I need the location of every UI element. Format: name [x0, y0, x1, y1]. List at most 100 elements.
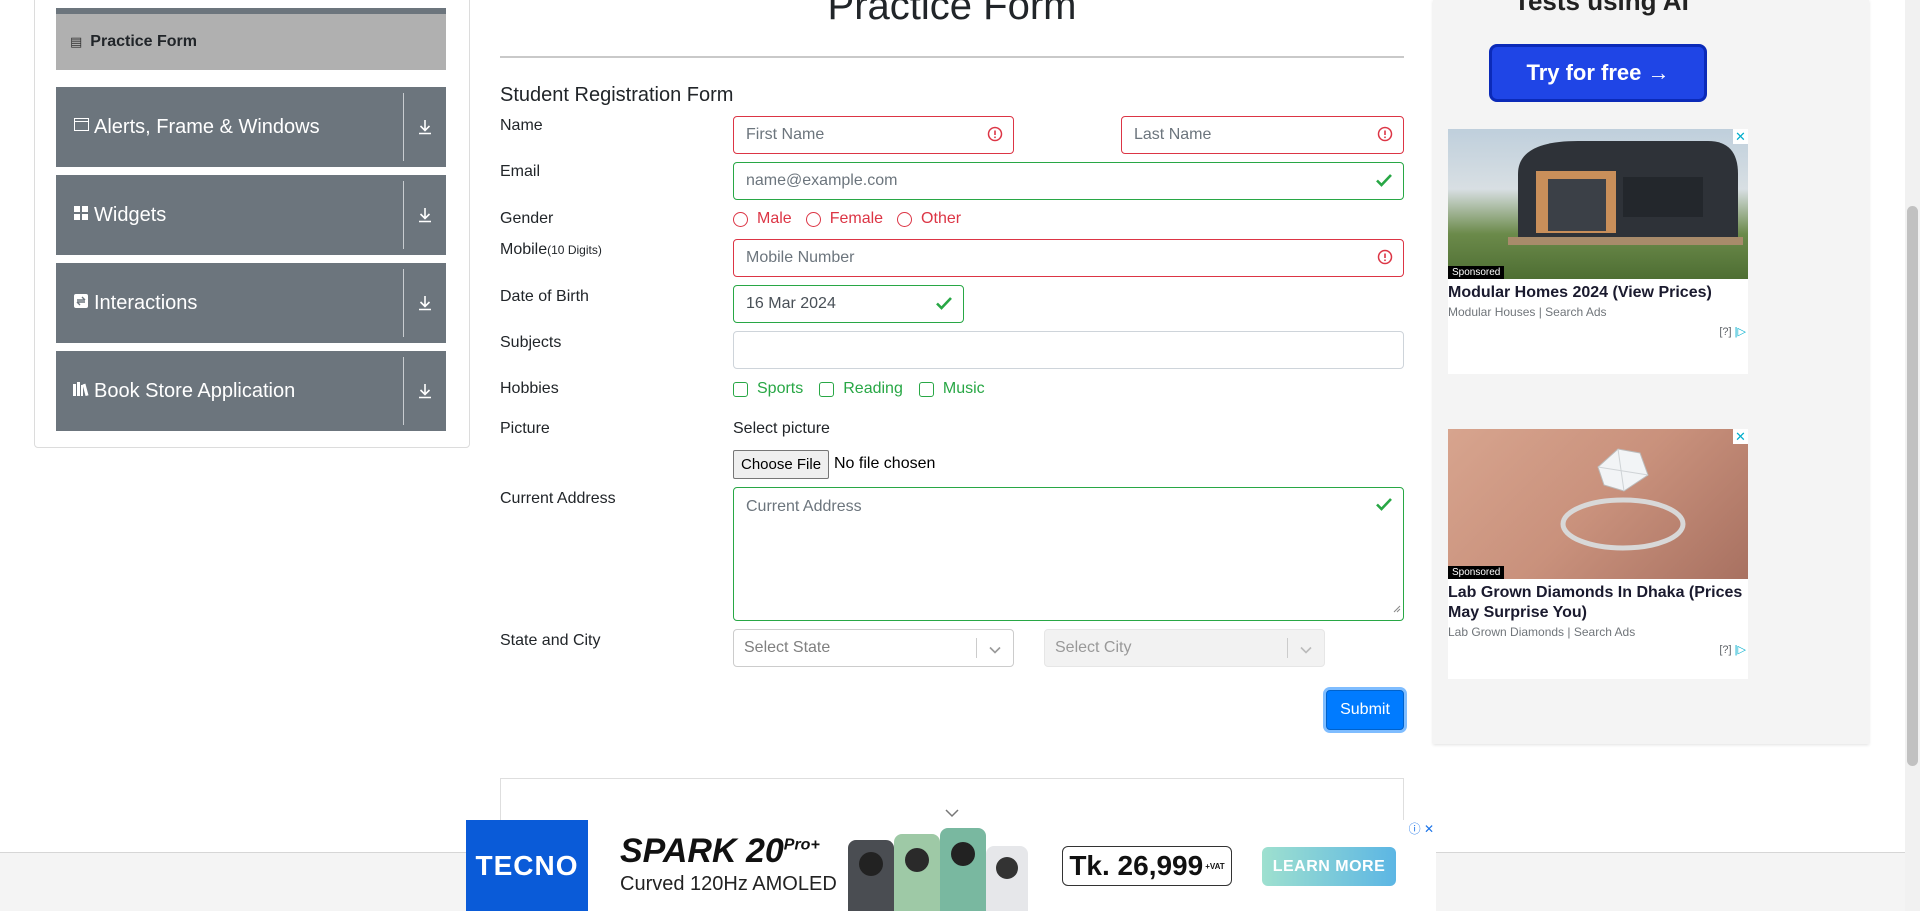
price-value: Tk. 26,999	[1069, 850, 1204, 881]
subjects-input[interactable]	[733, 331, 1404, 369]
product-tagline: Curved 120Hz AMOLED	[620, 873, 837, 895]
close-icon[interactable]: ✕	[1733, 129, 1748, 144]
first-name-input[interactable]: First Name	[733, 116, 1014, 154]
learn-more-button[interactable]: LEARN MORE	[1262, 847, 1396, 886]
sidebar-group-label: Widgets	[94, 203, 167, 226]
error-icon	[1377, 126, 1393, 147]
check-icon	[1375, 172, 1393, 193]
download-arrow-icon[interactable]	[404, 295, 446, 311]
close-icon[interactable]: ✕	[1733, 429, 1748, 444]
chevron-down-icon[interactable]	[1299, 642, 1313, 660]
choose-file-button[interactable]: Choose File	[733, 450, 830, 479]
ad-image[interactable]: Sponsored ✕	[1448, 429, 1748, 579]
file-status-text: No file chosen	[834, 455, 936, 472]
gender-radio-male[interactable]: Male	[733, 210, 792, 228]
sponsored-badge: Sponsored	[1448, 266, 1505, 279]
download-arrow-icon[interactable]	[404, 207, 446, 223]
chevron-down-icon[interactable]	[988, 642, 1002, 660]
hobby-checkbox-music[interactable]: Music	[918, 380, 985, 398]
sidebar-item-practice-form[interactable]: ▤ Practice Form	[56, 8, 446, 70]
dob-input[interactable]: 16 Mar 2024	[733, 285, 964, 323]
brand-logo: TECNO	[466, 820, 588, 911]
widgets-icon	[72, 205, 90, 225]
hobbies-checkbox-group: Sports Reading Music	[733, 380, 1001, 398]
mobile-input[interactable]: Mobile Number	[733, 239, 1404, 277]
hobby-checkbox-reading[interactable]: Reading	[819, 380, 903, 398]
radio-circle[interactable]	[733, 211, 748, 227]
ad-headline[interactable]: Modular Homes 2024 (View Prices)	[1448, 279, 1748, 303]
form-subtitle: Student Registration Form	[500, 84, 734, 106]
try-for-free-button[interactable]: Try for free →	[1489, 44, 1707, 102]
ad-source: Lab Grown Diamonds | Search Ads	[1448, 625, 1636, 639]
placeholder: Select City	[1055, 639, 1132, 656]
sidebar-group-interactions[interactable]: Interactions	[56, 263, 446, 343]
ad-choice-label: [?]	[1719, 326, 1732, 338]
sidebar-group-alerts[interactable]: Alerts, Frame & Windows	[56, 87, 446, 167]
ad-image[interactable]: Sponsored ✕	[1448, 129, 1748, 279]
city-select[interactable]: Select City	[1044, 629, 1325, 667]
sidebar-group-book-store[interactable]: Book Store Application	[56, 351, 446, 431]
ad-choices-icon[interactable]: [?] |▷	[1719, 643, 1746, 656]
form-icon: ▤	[70, 34, 83, 49]
interactions-icon	[72, 293, 90, 313]
page-title: Practice Form	[827, 0, 1077, 28]
radio-circle[interactable]	[897, 211, 913, 227]
product-suffix: Pro+	[783, 836, 820, 854]
checkbox[interactable]	[918, 381, 934, 397]
state-select[interactable]: Select State	[733, 629, 1014, 667]
checkbox[interactable]	[733, 381, 748, 397]
placeholder: First Name	[746, 126, 825, 143]
product-title: SPARK 20	[620, 832, 784, 870]
diamond-ring-illustration	[1560, 448, 1686, 551]
download-arrow-icon[interactable]	[404, 119, 446, 135]
ad-source: Modular Houses | Search Ads	[1448, 305, 1607, 319]
divider	[1287, 638, 1288, 658]
submit-button[interactable]: Submit	[1326, 690, 1404, 730]
bottom-banner-ad[interactable]: TECNO SPARK 20Pro+ Curved 120Hz AMOLED T…	[466, 820, 1436, 911]
download-arrow-icon[interactable]	[404, 383, 446, 399]
radio-label: Male	[757, 210, 792, 227]
sidebar-group-label: Book Store Application	[94, 379, 296, 402]
email-label: Email	[500, 163, 541, 180]
placeholder: Mobile Number	[746, 249, 855, 266]
price-badge: Tk. 26,999 +VAT	[1062, 846, 1232, 886]
checkbox[interactable]	[819, 381, 835, 397]
hobbies-label: Hobbies	[500, 380, 559, 397]
ad-choice-label: [?]	[1719, 644, 1732, 656]
radio-circle[interactable]	[805, 211, 821, 227]
current-address-textarea[interactable]: Current Address	[733, 487, 1404, 621]
product-name: SPARK 20Pro+	[620, 832, 820, 871]
mobile-label-text: Mobile	[500, 241, 548, 258]
checkbox-label: Music	[942, 380, 985, 397]
phones-image	[848, 828, 1028, 911]
name-label: Name	[500, 117, 543, 134]
gender-radio-other[interactable]: Other	[897, 210, 961, 228]
hobby-checkbox-sports[interactable]: Sports	[733, 380, 803, 398]
resize-grip-icon[interactable]	[1393, 600, 1401, 618]
check-icon	[935, 295, 953, 316]
check-icon	[1375, 496, 1393, 517]
divider	[500, 56, 1404, 58]
scrollbar-thumb[interactable]	[1907, 206, 1918, 766]
subjects-label: Subjects	[500, 334, 562, 351]
last-name-input[interactable]: Last Name	[1121, 116, 1404, 154]
ad-choices-icon[interactable]: [?] |▷	[1719, 325, 1746, 338]
dob-value: 16 Mar 2024	[746, 295, 836, 312]
sidebar-group-widgets[interactable]: Widgets	[56, 175, 446, 255]
ad-headline[interactable]: Lab Grown Diamonds In Dhaka (Prices May …	[1448, 579, 1748, 623]
address-label: Current Address	[500, 490, 616, 507]
placeholder: name@example.com	[746, 172, 898, 189]
radio-label: Female	[829, 210, 884, 227]
checkbox-label: Sports	[757, 380, 804, 397]
ad-choices-close-icon[interactable]: ⓘ ✕	[1409, 820, 1434, 837]
ad-card-modular-homes[interactable]: Sponsored ✕ Modular Homes 2024 (View Pri…	[1448, 129, 1748, 374]
checkbox-label: Reading	[843, 380, 903, 397]
gender-radio-female[interactable]: Female	[805, 210, 884, 228]
ad-card-lab-diamonds[interactable]: Sponsored ✕ Lab Grown Diamonds In Dhaka …	[1448, 429, 1748, 679]
email-input[interactable]: name@example.com	[733, 162, 1404, 200]
gender-radio-group: Male Female Other	[733, 210, 975, 228]
modular-home-illustration	[1508, 141, 1743, 245]
state-city-label: State and City	[500, 632, 601, 649]
books-icon	[72, 381, 90, 401]
mobile-hint: (10 Digits)	[547, 243, 602, 257]
